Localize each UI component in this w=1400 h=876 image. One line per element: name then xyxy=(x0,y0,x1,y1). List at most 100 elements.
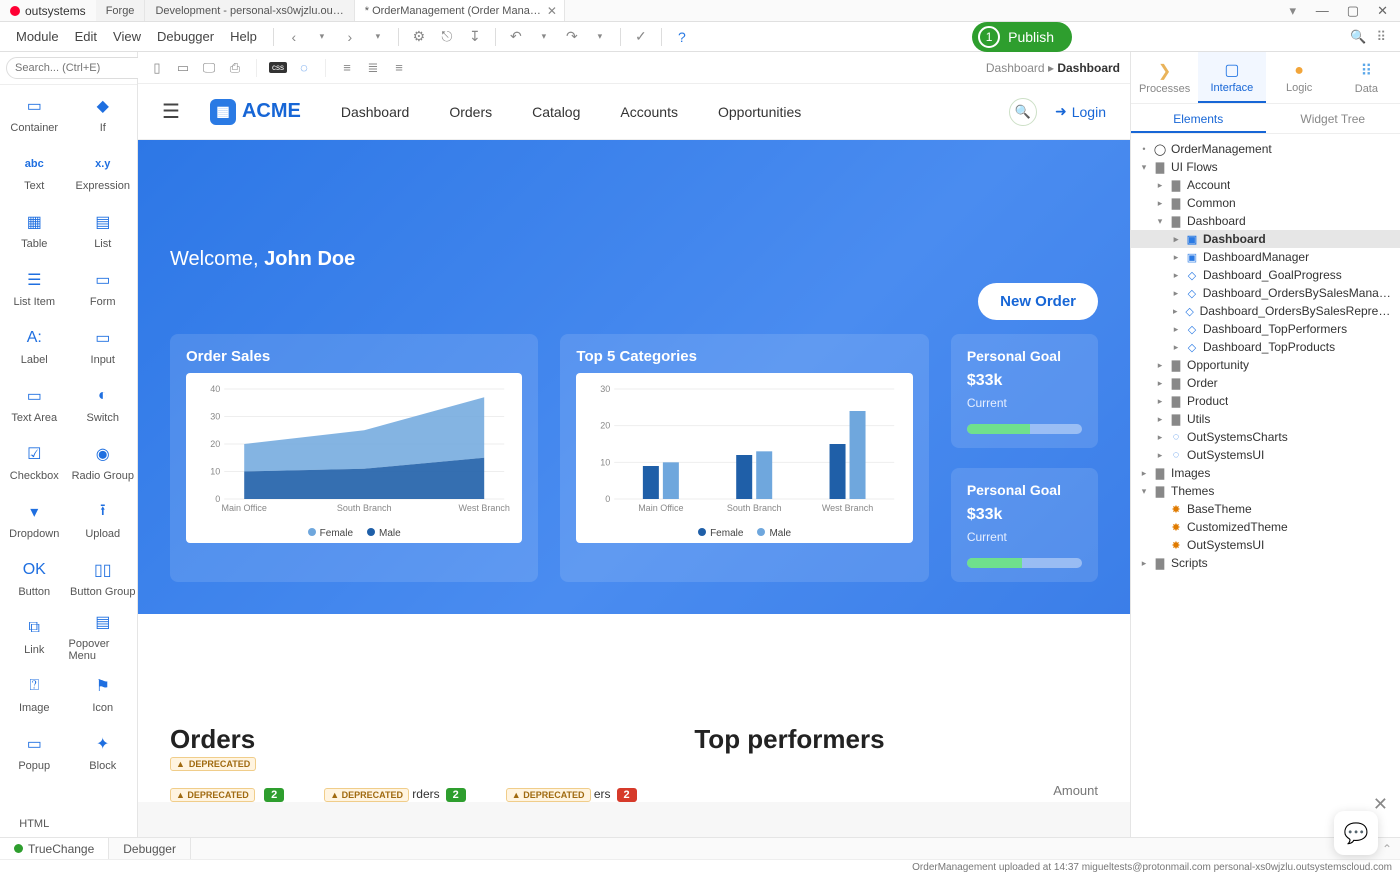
tree-node[interactable]: ✸OutSystemsUI xyxy=(1131,536,1400,554)
debugger-tab[interactable]: Debugger xyxy=(109,838,191,859)
tree-node[interactable]: ▸▇Common xyxy=(1131,194,1400,212)
truechange-tab[interactable]: TrueChange xyxy=(0,838,109,859)
header-search-icon[interactable]: 🔍 xyxy=(1009,98,1037,126)
tree-node[interactable]: ▸▇Order xyxy=(1131,374,1400,392)
device-print-icon[interactable]: ⎙ xyxy=(226,60,244,76)
tool-expression[interactable]: x.yExpression xyxy=(69,143,138,201)
new-order-button[interactable]: New Order xyxy=(978,283,1098,320)
menu-edit[interactable]: Edit xyxy=(67,25,105,48)
window-minimize-icon[interactable]: ― xyxy=(1316,3,1329,18)
nav-orders[interactable]: Orders xyxy=(449,104,492,120)
tool-text-area[interactable]: ▭Text Area xyxy=(0,375,69,433)
tree-node[interactable]: ▾▇UI Flows xyxy=(1131,158,1400,176)
tree-node[interactable]: ▸▣DashboardManager xyxy=(1131,248,1400,266)
tool-block[interactable]: ✦Block xyxy=(69,723,138,781)
hamburger-icon[interactable]: ☰ xyxy=(162,99,180,124)
acme-logo[interactable]: ▦ ACME xyxy=(210,99,301,125)
tool-button[interactable]: OKButton xyxy=(0,549,69,607)
tool-input[interactable]: ▭Input xyxy=(69,317,138,375)
tree-node[interactable]: ▸◇Dashboard_TopPerformers xyxy=(1131,320,1400,338)
apps-grid-icon[interactable]: ⠿ xyxy=(1376,29,1386,45)
module-tab[interactable]: * OrderManagement (Order Mana…✕ xyxy=(355,0,565,21)
tool-table[interactable]: ▦Table xyxy=(0,201,69,259)
tool-text[interactable]: abcText xyxy=(0,143,69,201)
align-left-icon[interactable]: ≡ xyxy=(338,60,356,75)
nav-dashboard[interactable]: Dashboard xyxy=(341,104,410,120)
tool-list-item[interactable]: ☰List Item xyxy=(0,259,69,317)
tool-switch[interactable]: ◐Switch xyxy=(69,375,138,433)
panel-tab-data[interactable]: ⠿Data xyxy=(1333,52,1400,103)
tool-radio-group[interactable]: ◉Radio Group xyxy=(69,433,138,491)
tree-node[interactable]: ▸▇Images xyxy=(1131,464,1400,482)
panel-tab-logic[interactable]: ●Logic xyxy=(1266,52,1333,103)
tool-popover-menu[interactable]: ▤Popover Menu xyxy=(69,607,138,665)
window-maximize-icon[interactable]: ▢ xyxy=(1347,3,1359,19)
tool-label[interactable]: A:Label xyxy=(0,317,69,375)
device-tablet-icon[interactable]: ▭ xyxy=(174,60,192,76)
module-tab[interactable]: Forge xyxy=(96,0,146,21)
tool-list[interactable]: ▤List xyxy=(69,201,138,259)
nav-opportunities[interactable]: Opportunities xyxy=(718,104,801,120)
tool-if[interactable]: ◆If xyxy=(69,85,138,143)
panel-tab-processes[interactable]: ❯Processes xyxy=(1131,52,1198,103)
tree-node[interactable]: ▸◇Dashboard_OrdersBySalesRepresentative xyxy=(1131,302,1400,320)
subpanel-widget-tree[interactable]: Widget Tree xyxy=(1266,104,1400,133)
tree-node[interactable]: ▸◇Dashboard_TopProducts xyxy=(1131,338,1400,356)
menu-module[interactable]: Module xyxy=(8,25,67,48)
debug-step-icon[interactable]: ↧ xyxy=(463,25,487,49)
menu-debugger[interactable]: Debugger xyxy=(149,25,222,48)
tree-node[interactable]: ▸▣Dashboard xyxy=(1131,230,1400,248)
tree-node[interactable]: ▸◌OutSystemsCharts xyxy=(1131,428,1400,446)
deprecated-tab[interactable]: ▲ DEPRECATED rders2 xyxy=(324,787,466,802)
tree-node[interactable]: ▸◇Dashboard_GoalProgress xyxy=(1131,266,1400,284)
elements-tree[interactable]: •◯OrderManagement▾▇UI Flows▸▇Account▸▇Co… xyxy=(1131,134,1400,837)
nav-fwd-dropdown[interactable]: ▾ xyxy=(366,25,390,49)
tool-icon[interactable]: ⚑Icon xyxy=(69,665,138,723)
undo-dropdown[interactable]: ▾ xyxy=(532,25,556,49)
redo-dropdown[interactable]: ▾ xyxy=(588,25,612,49)
tab-close-icon[interactable]: ✕ xyxy=(547,4,557,18)
tool-upload[interactable]: ⭱Upload xyxy=(69,491,138,549)
nav-back-button[interactable]: ‹ xyxy=(282,25,306,49)
feedback-icon[interactable]: ✓ xyxy=(629,25,653,49)
tree-node[interactable]: ▾▇Themes xyxy=(1131,482,1400,500)
tool-popup[interactable]: ▭Popup xyxy=(0,723,69,781)
align-center-icon[interactable]: ≣ xyxy=(364,60,382,76)
deprecated-tab[interactable]: ▲ DEPRECATED ers2 xyxy=(506,787,637,802)
tree-node[interactable]: ▸▇Scripts xyxy=(1131,554,1400,572)
tool-form[interactable]: ▭Form xyxy=(69,259,138,317)
tree-node[interactable]: ▸▇Product xyxy=(1131,392,1400,410)
nav-back-dropdown[interactable]: ▾ xyxy=(310,25,334,49)
module-tab[interactable]: Development - personal-xs0wjzlu.ou… xyxy=(145,0,354,21)
tree-node[interactable]: ▸▇Account xyxy=(1131,176,1400,194)
tree-node[interactable]: ✸BaseTheme xyxy=(1131,500,1400,518)
redo-button[interactable]: ↷ xyxy=(560,25,584,49)
tree-node[interactable]: ▸◌OutSystemsUI xyxy=(1131,446,1400,464)
deprecated-tab[interactable]: ▲ DEPRECATED 2 xyxy=(170,787,284,802)
connector-icon[interactable]: ⎋ xyxy=(435,25,459,49)
nav-catalog[interactable]: Catalog xyxy=(532,104,580,120)
tree-node[interactable]: ▾▇Dashboard xyxy=(1131,212,1400,230)
device-phone-icon[interactable]: ▯ xyxy=(148,60,166,76)
help-icon[interactable]: ? xyxy=(670,25,694,49)
chat-button[interactable]: 💬 xyxy=(1334,811,1378,855)
global-search-icon[interactable]: 🔍 xyxy=(1350,29,1366,45)
tool-dropdown[interactable]: ▾Dropdown xyxy=(0,491,69,549)
status-chevron-icon[interactable]: ⌃ xyxy=(1382,842,1400,856)
css-badge-icon[interactable]: css xyxy=(269,62,287,73)
publish-button[interactable]: 1 Publish xyxy=(972,22,1072,52)
tree-node[interactable]: ▸▇Utils xyxy=(1131,410,1400,428)
gear-icon[interactable]: ⚙ xyxy=(407,25,431,49)
tool-html[interactable]: HTML xyxy=(0,781,69,837)
subpanel-elements[interactable]: Elements xyxy=(1131,104,1266,133)
panel-close-icon[interactable]: ✕ xyxy=(1373,794,1388,815)
tree-node[interactable]: ▸◇Dashboard_OrdersBySalesManager xyxy=(1131,284,1400,302)
tool-checkbox[interactable]: ☑Checkbox xyxy=(0,433,69,491)
device-desktop-icon[interactable]: 🖵 xyxy=(200,60,218,76)
new-tab-button[interactable]: ▾ xyxy=(1282,0,1304,21)
menu-help[interactable]: Help xyxy=(222,25,265,48)
nav-fwd-button[interactable]: › xyxy=(338,25,362,49)
menu-view[interactable]: View xyxy=(105,25,149,48)
undo-button[interactable]: ↶ xyxy=(504,25,528,49)
align-right-icon[interactable]: ≡ xyxy=(390,60,408,75)
